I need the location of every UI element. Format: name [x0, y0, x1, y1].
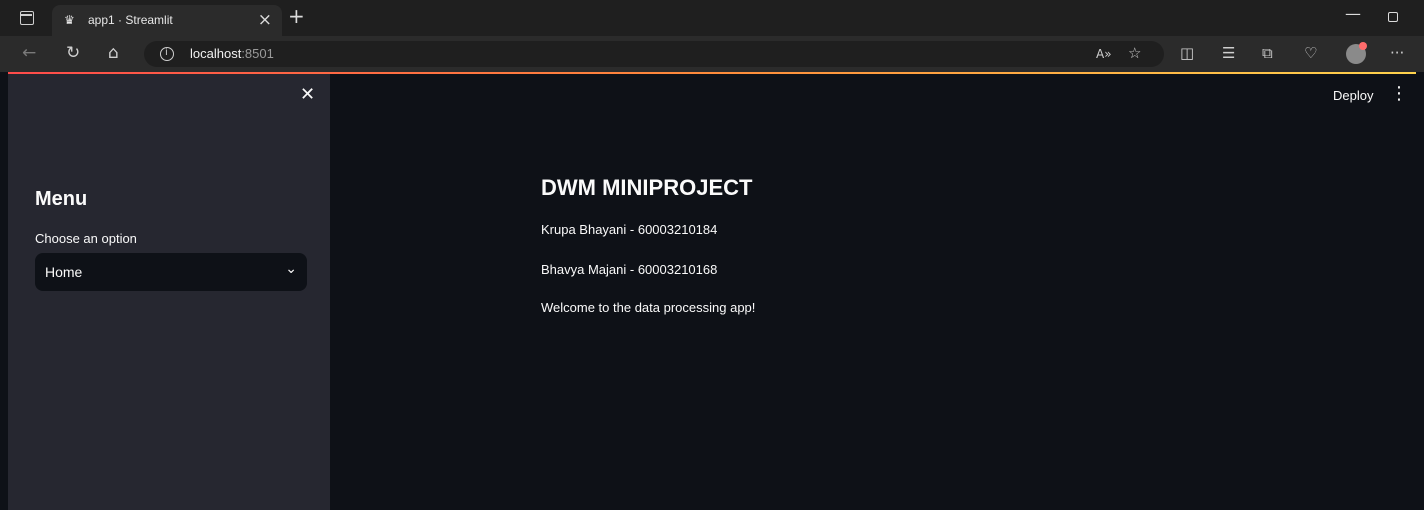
url-field[interactable] — [144, 41, 1164, 67]
refresh-icon[interactable]: ↻ — [66, 43, 80, 63]
favorites-list-icon[interactable]: ☰ — [1222, 44, 1235, 62]
collections-icon[interactable]: ⧉ — [1262, 44, 1273, 62]
more-icon[interactable]: ··· — [1390, 44, 1404, 62]
option-select[interactable]: Home ⌄ — [35, 253, 307, 291]
home-icon[interactable]: ⌂ — [108, 43, 119, 63]
close-sidebar-icon[interactable]: ✕ — [300, 84, 315, 105]
url-text[interactable]: localhost:8501 — [190, 46, 274, 61]
author-line-2: Bhavya Majani - 60003210168 — [541, 262, 718, 277]
profile-icon[interactable] — [1346, 42, 1367, 64]
chevron-down-icon: ⌄ — [285, 261, 297, 277]
minimize-icon[interactable]: — — [1345, 4, 1361, 23]
favorite-icon[interactable]: ☆ — [1128, 44, 1141, 62]
sidebar-title: Menu — [35, 188, 88, 210]
browser-tab-bar: ♛ app1 · Streamlit × + — — [0, 0, 1424, 36]
author-line-1: Krupa Bhayani - 60003210184 — [541, 222, 718, 237]
streamlit-crown-icon: ♛ — [64, 13, 75, 27]
info-icon[interactable] — [160, 47, 174, 61]
sidebar: ✕ Menu Choose an option Home ⌄ — [8, 74, 330, 510]
new-tab-icon[interactable]: + — [288, 4, 305, 28]
streamlit-app: ✕ Menu Choose an option Home ⌄ Deploy ⋮ … — [8, 74, 1416, 510]
page-title: DWM MINIPROJECT — [541, 175, 753, 200]
deploy-button[interactable]: Deploy — [1333, 88, 1373, 103]
browser-tab[interactable]: ♛ app1 · Streamlit × — [52, 5, 282, 36]
main-menu-icon[interactable]: ⋮ — [1390, 83, 1408, 104]
select-label: Choose an option — [35, 231, 137, 246]
tab-title: app1 · Streamlit — [88, 13, 173, 27]
select-value: Home — [45, 264, 83, 280]
browser-address-bar: ← ↻ ⌂ localhost:8501 A» ☆ ◫ ☰ ⧉ ♡ ··· — [0, 36, 1424, 72]
read-aloud-icon[interactable]: A» — [1096, 47, 1112, 61]
welcome-text: Welcome to the data processing app! — [541, 300, 756, 315]
back-icon[interactable]: ← — [22, 43, 36, 63]
tab-actions-icon[interactable] — [20, 11, 34, 25]
maximize-icon[interactable] — [1388, 12, 1398, 22]
browser-essentials-icon[interactable]: ♡ — [1304, 44, 1317, 62]
split-screen-icon[interactable]: ◫ — [1180, 44, 1194, 62]
close-tab-icon[interactable]: × — [258, 10, 272, 30]
